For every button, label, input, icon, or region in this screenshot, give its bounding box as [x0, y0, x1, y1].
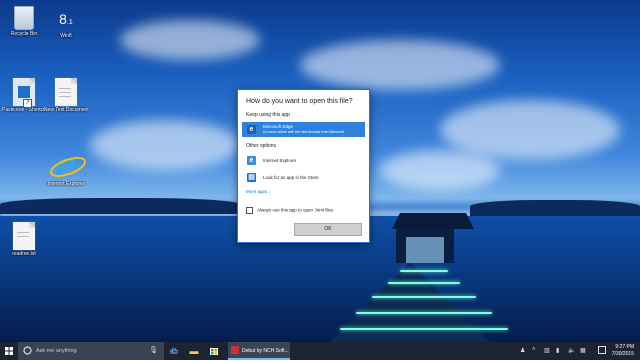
- ie-icon: e: [247, 156, 256, 165]
- action-center-icon[interactable]: [598, 346, 606, 354]
- open-with-dialog: How do you want to open this file? Keep …: [237, 89, 370, 243]
- debut-app-icon: [231, 346, 239, 354]
- doc-line: [17, 236, 29, 237]
- always-use-checkbox[interactable]: Always use this app to open .html files: [246, 207, 333, 214]
- internet-explorer-icon: e: [47, 148, 89, 182]
- shortcut-arrow-icon: ↗: [23, 99, 32, 108]
- desktop-icon-label: New Text Document.txt: [44, 107, 88, 113]
- app-option-internet-explorer[interactable]: e Internet Explorer: [242, 153, 365, 168]
- other-options-label: Other options: [246, 143, 277, 149]
- clock-time: 9:27 PM: [615, 344, 634, 350]
- cloud: [90, 120, 240, 170]
- island-silhouette: [470, 200, 640, 216]
- desktop-icon-internet-explorer[interactable]: e Internet Explorer: [44, 148, 89, 187]
- text-document-icon: [13, 222, 35, 250]
- keyboard-icon[interactable]: ▦: [580, 347, 586, 354]
- cortana-circle-icon: [23, 346, 32, 355]
- app-glyph: [18, 86, 30, 98]
- pier-light: [388, 282, 460, 284]
- pier-roof: [392, 213, 474, 229]
- app-option-microsoft-edge[interactable]: e Microsoft Edge Do more online with the…: [242, 122, 365, 137]
- taskbar-app-label: Debut by NCH Soft...: [242, 348, 289, 354]
- pier-light: [356, 312, 492, 314]
- people-icon[interactable]: ♟: [520, 347, 525, 354]
- desktop-icon-recycle-bin[interactable]: Recycle Bin: [2, 6, 46, 37]
- desktop-icon-label: Win8: [60, 33, 72, 39]
- desktop-icon-paste-shortcut[interactable]: ↗ Paste.exe - Shortcut: [2, 78, 46, 113]
- app-name: Look for an app in the Store: [263, 175, 319, 180]
- ok-button[interactable]: OK: [294, 223, 362, 236]
- dialog-title: How do you want to open this file?: [246, 98, 353, 105]
- desktop-icon-text-document[interactable]: New Text Document.txt: [44, 78, 88, 113]
- search-placeholder: Ask me anything: [36, 348, 77, 354]
- windows-start-icon: [5, 347, 13, 355]
- app-description: Do more online with the new browser from…: [263, 130, 345, 134]
- pier-deck: [330, 262, 490, 342]
- pier-light: [400, 270, 448, 272]
- desktop-icon-win8[interactable]: 8.1 Win8: [44, 6, 88, 39]
- recycle-bin-icon: [14, 6, 34, 30]
- application-icon: ↗: [13, 78, 35, 108]
- doc-line: [59, 96, 71, 97]
- chevron-up-icon[interactable]: ˄: [532, 347, 536, 353]
- cortana-search-box[interactable]: Ask me anything 🎙: [18, 342, 164, 360]
- checkbox-box[interactable]: [246, 207, 253, 214]
- volume-icon[interactable]: 🔈: [568, 347, 575, 354]
- file-explorer-icon[interactable]: ▬: [184, 342, 204, 360]
- pier-light: [372, 296, 476, 298]
- pier-opening: [406, 237, 444, 263]
- store-taskbar-icon[interactable]: [204, 342, 224, 360]
- cloud: [300, 40, 500, 90]
- cloud: [120, 20, 260, 60]
- network-icon[interactable]: ▥: [544, 347, 550, 354]
- cloud: [440, 100, 620, 160]
- windows-logo-icon: 8.1: [59, 11, 73, 27]
- taskbar-app-debut[interactable]: Debut by NCH Soft...: [228, 342, 290, 360]
- taskbar: Ask me anything 🎙 ▭ e ▬ Debut by NCH Sof…: [0, 342, 640, 360]
- doc-line: [59, 92, 71, 93]
- app-name: Microsoft Edge: [263, 124, 294, 129]
- more-apps-link[interactable]: More apps ↓: [246, 189, 271, 194]
- pier-light: [340, 328, 508, 330]
- store-bag-icon: [210, 348, 218, 355]
- start-button[interactable]: [0, 342, 18, 360]
- always-use-label: Always use this app to open .html files: [257, 207, 334, 213]
- clock-date: 7/30/2015: [611, 351, 634, 357]
- keep-using-label: Keep using this app: [246, 112, 290, 118]
- text-document-icon: [55, 78, 77, 106]
- battery-icon[interactable]: ▮: [556, 347, 559, 354]
- island-silhouette: [0, 198, 240, 214]
- store-icon: ▤: [247, 173, 256, 182]
- doc-line: [59, 88, 71, 89]
- desktop-icon-label: readme.txt: [12, 251, 36, 257]
- app-option-store[interactable]: ▤ Look for an app in the Store: [242, 170, 365, 185]
- doc-line: [17, 232, 29, 233]
- desktop-icon-label: Recycle Bin: [10, 31, 38, 37]
- edge-icon: e: [247, 125, 256, 134]
- edge-taskbar-icon[interactable]: e: [164, 342, 184, 360]
- pier-hut: [396, 229, 454, 263]
- desktop-icon-readme[interactable]: readme.txt: [2, 222, 46, 257]
- cloud: [380, 150, 500, 190]
- app-name: Internet Explorer: [263, 158, 297, 163]
- microphone-icon[interactable]: 🎙: [149, 346, 158, 354]
- clock[interactable]: 9:27 PM 7/30/2015: [612, 344, 634, 358]
